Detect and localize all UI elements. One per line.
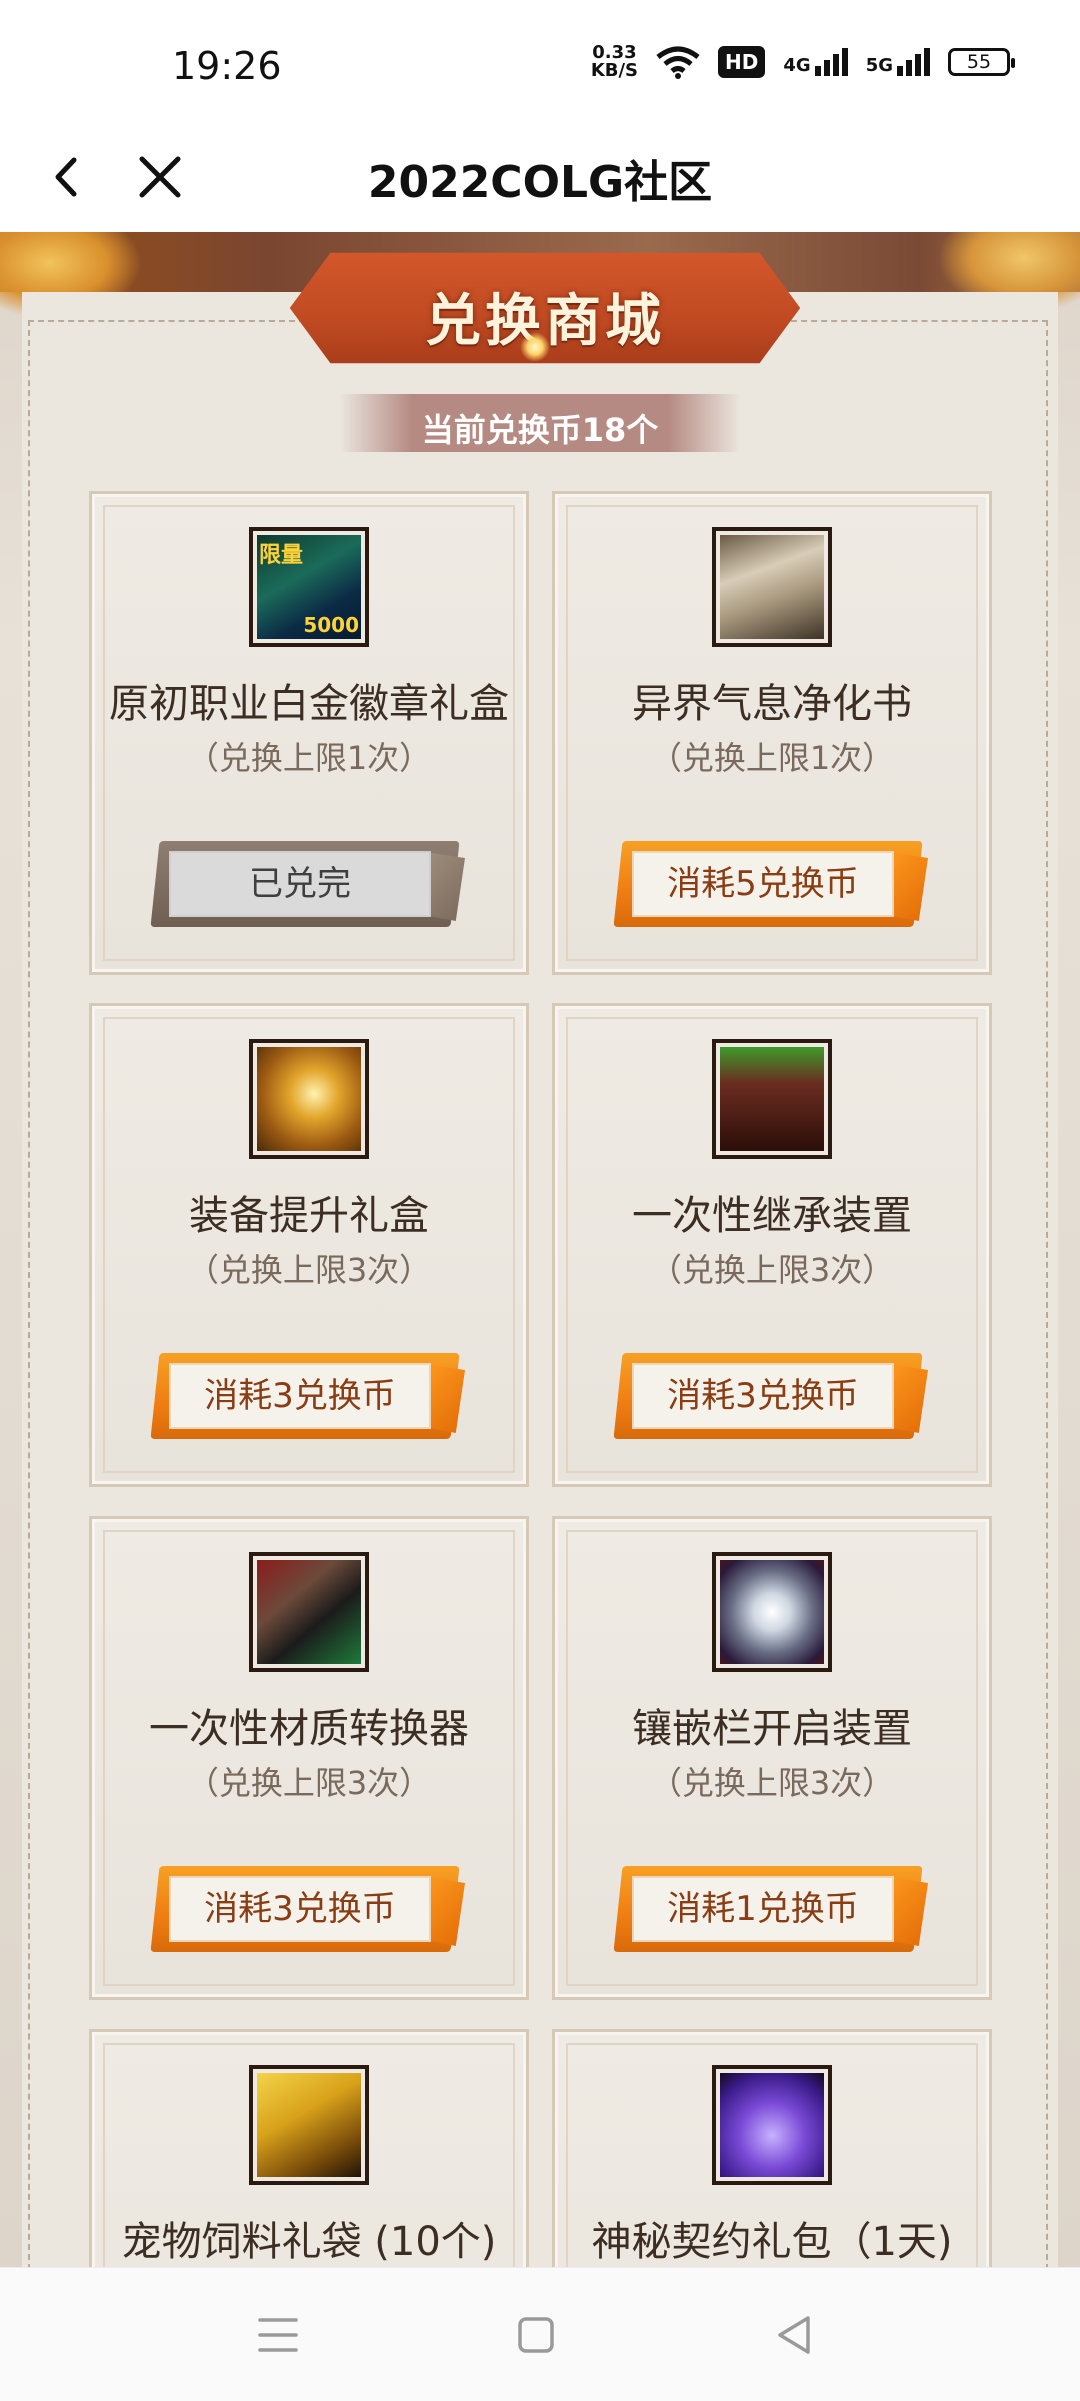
sold-out-button[interactable]: 已兑完 (150, 833, 465, 931)
exchange-limit: （兑换上限3次） (186, 1251, 432, 1289)
page-title: 2022COLG社区 (367, 157, 713, 208)
item-name: 异界气息净化书 (632, 681, 912, 727)
battery-icon: 55 (948, 48, 1015, 76)
signal-4g-icon: 4G (783, 48, 848, 76)
socket-opener-icon (712, 1552, 832, 1672)
wifi-icon (656, 46, 700, 79)
hd-voice-icon: HD (718, 46, 766, 78)
item-name: 宠物饲料礼袋 (10个) (121, 2219, 497, 2265)
item-name: 神秘契约礼包（1天) (591, 2219, 953, 2265)
item-name: 镶嵌栏开启装置 (632, 1706, 912, 1752)
signal-5g-icon: 5G (866, 48, 930, 76)
home-button[interactable] (506, 2310, 566, 2360)
back-triangle-icon (778, 2316, 810, 2354)
exchange-button[interactable]: 消耗3兑换币 (613, 1345, 928, 1443)
platinum-badge-box-icon: 限量 5000 (249, 527, 369, 647)
exchange-shop-page: 兑换商城 当前兑换币18个 限量 5000 原初职业白金徽章礼盒 （兑换上限1次… (0, 232, 1080, 2267)
menu-icon (258, 2318, 298, 2352)
material-converter-icon (249, 1552, 369, 1672)
sparkle-icon (520, 332, 550, 362)
shop-item-card: 镶嵌栏开启装置 （兑换上限3次） 消耗1兑换币 (555, 1519, 989, 1997)
clock: 19:26 (172, 44, 282, 88)
exchange-limit: （兑换上限1次） (186, 739, 432, 777)
purification-book-icon (712, 527, 832, 647)
shop-item-card: 一次性继承装置 （兑换上限3次） 消耗3兑换币 (555, 1006, 989, 1484)
item-name: 一次性继承装置 (632, 1193, 912, 1239)
pet-food-bag-icon (249, 2065, 369, 2185)
shop-item-card: 异界气息净化书 （兑换上限1次） 消耗5兑换币 (555, 494, 989, 972)
system-navigation-bar (0, 2267, 1080, 2401)
item-name: 装备提升礼盒 (189, 1193, 429, 1239)
shop-item-card: 神秘契约礼包（1天) (555, 2032, 989, 2267)
exchange-limit: （兑换上限3次） (649, 1764, 895, 1802)
shop-item-card: 装备提升礼盒 （兑换上限3次） 消耗3兑换币 (92, 1006, 526, 1484)
coin-balance: 当前兑换币18个 (421, 411, 659, 449)
home-square-icon (518, 2317, 554, 2353)
menu-button[interactable] (248, 2310, 308, 2360)
status-icons: 0.33 KB/S HD 4G 5G 55 (590, 42, 1015, 81)
back-nav-button[interactable] (764, 2310, 824, 2360)
treasure-chest-icon (249, 1039, 369, 1159)
shop-item-card: 一次性材质转换器 （兑换上限3次） 消耗3兑换币 (92, 1519, 526, 1997)
item-name: 一次性材质转换器 (149, 1706, 469, 1752)
inheritance-device-icon (712, 1039, 832, 1159)
shop-item-card: 宠物饲料礼袋 (10个) (92, 2032, 526, 2267)
exchange-button[interactable]: 消耗1兑换币 (613, 1858, 928, 1956)
exchange-limit: （兑换上限3次） (186, 1764, 432, 1802)
exchange-button[interactable]: 消耗5兑换币 (613, 833, 928, 931)
item-name: 原初职业白金徽章礼盒 (109, 681, 509, 727)
exchange-button[interactable]: 消耗3兑换币 (150, 1345, 465, 1443)
coin-balance-bar: 当前兑换币18个 (340, 394, 740, 452)
status-bar: 19:26 0.33 KB/S HD 4G 5G 55 (0, 0, 1080, 120)
exchange-limit: （兑换上限3次） (649, 1251, 895, 1289)
network-speed: 0.33 KB/S (590, 42, 639, 81)
exchange-button[interactable]: 消耗3兑换币 (150, 1858, 465, 1956)
nav-bar: 2022COLG社区 (0, 120, 1080, 232)
exchange-limit: （兑换上限1次） (649, 739, 895, 777)
mystery-contract-bag-icon (712, 2065, 832, 2185)
shop-item-card: 限量 5000 原初职业白金徽章礼盒 （兑换上限1次） 已兑完 (92, 494, 526, 972)
